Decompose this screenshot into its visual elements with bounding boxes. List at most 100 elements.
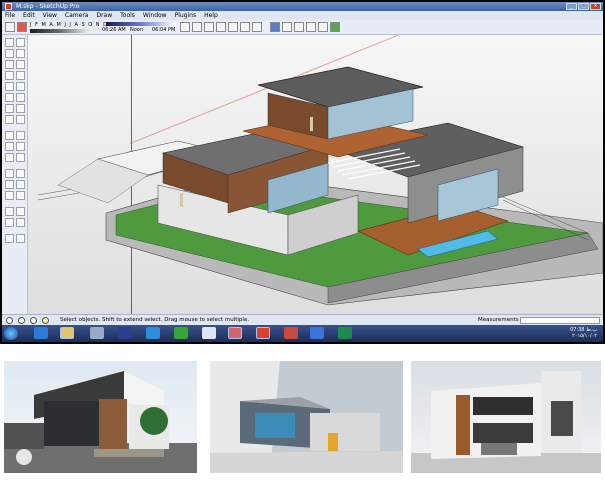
smoove-icon[interactable] — [16, 234, 25, 243]
windows-taskbar: 07:38 ب.ظ ۲۰۱۵/۱۰/۰۲ — [2, 325, 603, 342]
bird-icon[interactable] — [202, 327, 216, 339]
dimension-icon[interactable] — [16, 131, 25, 140]
tape-measure-icon[interactable] — [5, 131, 14, 140]
noon-label: Noon — [130, 27, 144, 33]
menu-view[interactable]: View — [43, 11, 57, 20]
rectangle-icon[interactable] — [5, 60, 14, 69]
right-view-icon[interactable] — [228, 22, 238, 32]
push-pull-icon[interactable] — [16, 93, 25, 102]
month-slider-labels: J F M A M J J A S O N D — [30, 22, 108, 28]
zoom-window-icon[interactable] — [16, 180, 25, 189]
sandbox-icon[interactable] — [5, 234, 14, 243]
menu-file[interactable]: File — [5, 11, 15, 20]
maximize-button[interactable]: □ — [578, 3, 589, 10]
circle-icon[interactable] — [5, 71, 14, 80]
menu-plugins[interactable]: Plugins — [175, 11, 197, 20]
sketchup-app-icon — [5, 3, 12, 10]
clock[interactable]: 07:38 ب.ظ ۲۰۱۵/۱۰/۰۲ — [570, 327, 597, 339]
left-view-icon[interactable] — [252, 22, 262, 32]
protractor-icon[interactable] — [5, 142, 14, 151]
sketchup-icon[interactable] — [256, 327, 270, 339]
title-bar: M.skp - SketchUp Pro _ □ x — [2, 2, 603, 11]
georeference-icon[interactable] — [6, 317, 13, 324]
house-model[interactable] — [28, 35, 603, 314]
image-collage: M.skp - SketchUp Pro _ □ x File Edit Vie… — [0, 0, 605, 489]
magnifier-icon[interactable] — [5, 180, 14, 189]
internet-explorer-icon[interactable] — [34, 327, 48, 339]
section-plane-icon[interactable] — [16, 218, 25, 227]
arc-icon[interactable] — [16, 71, 25, 80]
walk-icon[interactable] — [5, 218, 14, 227]
menu-bar: File Edit View Camera Draw Tools Window … — [2, 11, 603, 20]
modeling-viewport[interactable] — [28, 35, 603, 314]
villa-render-3 — [411, 371, 601, 473]
blender-icon[interactable] — [146, 327, 160, 339]
menu-window[interactable]: Window — [143, 11, 167, 20]
villa-render-2 — [210, 361, 403, 473]
text-icon[interactable] — [16, 142, 25, 151]
menu-edit[interactable]: Edit — [23, 11, 35, 20]
xray-icon[interactable] — [270, 22, 280, 32]
shaded-icon[interactable] — [318, 22, 328, 32]
network-icon[interactable] — [90, 327, 104, 339]
axes-icon[interactable] — [5, 153, 14, 162]
shadow-settings-icon[interactable] — [17, 22, 27, 32]
zoom-extents-icon[interactable] — [5, 191, 14, 200]
back-edges-icon[interactable] — [282, 22, 292, 32]
measurements-input[interactable] — [520, 317, 600, 324]
front-view-icon[interactable] — [216, 22, 226, 32]
select-tool-icon[interactable] — [5, 38, 14, 47]
photoshop-icon[interactable] — [118, 327, 132, 339]
menu-draw[interactable]: Draw — [96, 11, 112, 20]
system-tray[interactable] — [531, 329, 561, 337]
look-around-icon[interactable] — [16, 207, 25, 216]
textured-icon[interactable] — [330, 22, 340, 32]
date-slider[interactable] — [30, 29, 90, 33]
3d-text-icon[interactable] — [16, 153, 25, 162]
paint-icon[interactable] — [228, 327, 242, 339]
user-icon[interactable] — [30, 317, 37, 324]
make-component-icon[interactable] — [16, 38, 25, 47]
line-icon[interactable] — [16, 60, 25, 69]
polygon-icon[interactable] — [5, 82, 14, 91]
window-controls: _ □ x — [566, 3, 601, 10]
time-end-label: 06:04 PM — [152, 27, 176, 33]
close-button[interactable]: x — [590, 3, 601, 10]
winrar-icon[interactable] — [284, 327, 298, 339]
wireframe-icon[interactable] — [294, 22, 304, 32]
hidden-line-icon[interactable] — [306, 22, 316, 32]
folder-icon[interactable] — [60, 327, 74, 339]
credits-icon[interactable] — [18, 317, 25, 324]
camera-icon[interactable] — [180, 22, 190, 32]
freehand-icon[interactable] — [16, 82, 25, 91]
time-slider[interactable] — [106, 22, 176, 26]
clock-date: ۲۰۱۵/۱۰/۰۲ — [572, 333, 597, 339]
iso-view-icon[interactable] — [192, 22, 202, 32]
large-tool-set — [2, 35, 28, 314]
back-view-icon[interactable] — [240, 22, 250, 32]
sketchup-screenshot: M.skp - SketchUp Pro _ □ x File Edit Vie… — [0, 0, 605, 344]
orbit-icon[interactable] — [5, 169, 14, 178]
offset-icon[interactable] — [16, 115, 25, 124]
scale-icon[interactable] — [5, 115, 14, 124]
move-icon[interactable] — [5, 93, 14, 102]
windows-orb-icon[interactable] — [4, 327, 18, 340]
help-icon[interactable] — [42, 317, 49, 324]
paint-bucket-icon[interactable] — [5, 49, 14, 58]
menu-camera[interactable]: Camera — [65, 11, 89, 20]
render-photo-3 — [411, 361, 601, 473]
home-view-icon[interactable] — [204, 22, 214, 32]
eraser-icon[interactable] — [16, 49, 25, 58]
hand-icon[interactable] — [16, 169, 25, 178]
follow-me-icon[interactable] — [16, 104, 25, 113]
minimize-button[interactable]: _ — [566, 3, 577, 10]
word-icon[interactable] — [310, 327, 324, 339]
globe-icon[interactable] — [338, 327, 352, 339]
rotate-icon[interactable] — [5, 104, 14, 113]
menu-help[interactable]: Help — [204, 11, 218, 20]
media-player-icon[interactable] — [174, 327, 188, 339]
menu-tools[interactable]: Tools — [120, 11, 135, 20]
position-camera-icon[interactable] — [5, 207, 14, 216]
previous-view-icon[interactable] — [16, 191, 25, 200]
select-arrow-icon[interactable] — [5, 22, 15, 32]
